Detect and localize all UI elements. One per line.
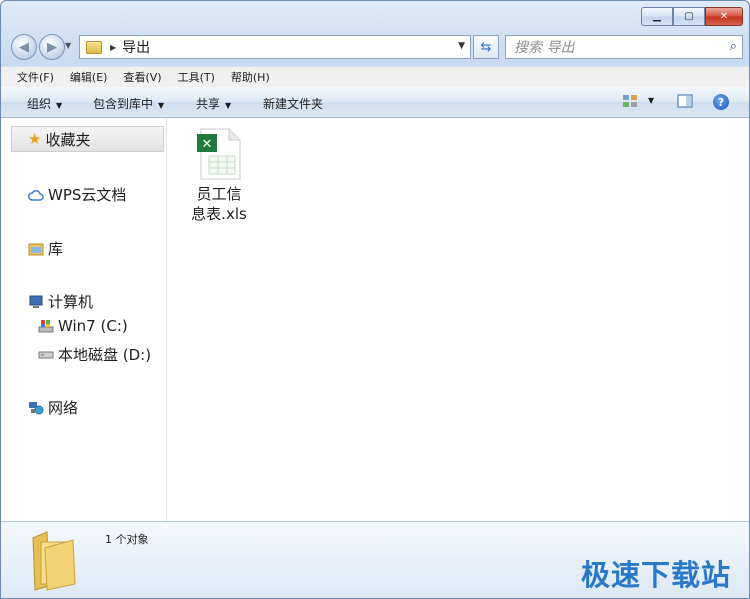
- help-icon[interactable]: ?: [713, 94, 729, 110]
- refresh-icon: ⇆: [480, 39, 492, 55]
- network-icon: [28, 400, 44, 416]
- command-bar: 组织 ▼ 包含到库中 ▼ 共享 ▼ 新建文件夹 ▼ ?: [1, 87, 749, 118]
- sidebar-item-label: 网络: [48, 399, 79, 417]
- file-name-line1: 员工信: [196, 185, 242, 203]
- organize-button[interactable]: 组织 ▼: [27, 95, 62, 112]
- cloud-icon: [28, 187, 44, 203]
- svg-text:✕: ✕: [202, 137, 213, 152]
- search-box[interactable]: 搜索 导出 ⌕: [505, 35, 743, 59]
- view-dropdown-icon[interactable]: ▼: [648, 96, 654, 105]
- title-bar: ▁ ▢ ✕: [1, 1, 749, 29]
- system-drive-icon: [38, 318, 54, 334]
- sidebar-item-label: 计算机: [48, 293, 94, 311]
- sidebar-item-drive-c[interactable]: Win7 (C:): [38, 317, 128, 335]
- navigation-row: ◀ ▶ ▼ ▶ 导出 ▼ ⇆ 搜索 导出 ⌕: [1, 31, 749, 63]
- menu-bar: 文件(F) 编辑(E) 查看(V) 工具(T) 帮助(H): [1, 66, 749, 87]
- include-in-library-button[interactable]: 包含到库中 ▼: [93, 95, 164, 112]
- library-icon: [28, 241, 44, 257]
- breadcrumb-chevron-icon[interactable]: ▶: [110, 43, 116, 52]
- excel-file-icon: ✕: [197, 128, 241, 180]
- chevron-down-icon: ▼: [158, 101, 165, 110]
- star-icon: ★: [28, 130, 42, 148]
- back-button[interactable]: ◀: [11, 34, 37, 60]
- address-dropdown-icon[interactable]: ▼: [458, 41, 465, 51]
- sidebar-item-network[interactable]: 网络: [28, 397, 78, 418]
- include-library-label: 包含到库中: [93, 97, 154, 111]
- hard-drive-icon: [38, 347, 54, 363]
- sidebar-item-wps-cloud[interactable]: WPS云文档: [28, 184, 126, 205]
- sidebar-item-computer[interactable]: 计算机: [28, 291, 93, 312]
- menu-file[interactable]: 文件(F): [17, 69, 54, 85]
- item-count: 1 个对象: [105, 533, 149, 546]
- minimize-icon: ▁: [653, 11, 661, 22]
- back-arrow-icon: ◀: [19, 39, 29, 55]
- forward-button[interactable]: ▶: [39, 34, 65, 60]
- share-button[interactable]: 共享 ▼: [196, 95, 231, 112]
- recent-pages-dropdown-icon[interactable]: ▼: [65, 41, 71, 50]
- share-label: 共享: [196, 97, 221, 111]
- watermark-logo: 极速下载站: [580, 558, 731, 592]
- menu-view[interactable]: 查看(V): [123, 69, 161, 85]
- preview-pane-icon[interactable]: [677, 93, 693, 109]
- folder-icon: [86, 40, 102, 54]
- minimize-button[interactable]: ▁: [641, 7, 673, 26]
- organize-label: 组织: [27, 97, 52, 111]
- menu-edit[interactable]: 编辑(E): [70, 69, 108, 85]
- main-content: ★ 收藏夹 WPS云文档 库 计算机 Win7 (C:) 本地磁盘 (D:) 网…: [1, 118, 749, 521]
- sidebar-item-favorites[interactable]: ★ 收藏夹: [11, 126, 164, 152]
- menu-help[interactable]: 帮助(H): [231, 69, 270, 85]
- refresh-button[interactable]: ⇆: [473, 35, 499, 59]
- maximize-button[interactable]: ▢: [673, 7, 705, 26]
- explorer-window: ▁ ▢ ✕ ◀ ▶ ▼ ▶ 导出 ▼ ⇆ 搜索 导出 ⌕ 文件(F) 编辑(E)…: [0, 0, 750, 599]
- window-controls: ▁ ▢ ✕: [641, 7, 743, 26]
- new-folder-button[interactable]: 新建文件夹: [263, 95, 323, 112]
- navigation-pane: ★ 收藏夹 WPS云文档 库 计算机 Win7 (C:) 本地磁盘 (D:) 网…: [8, 118, 167, 521]
- view-options-icon[interactable]: [622, 93, 638, 109]
- breadcrumb-current[interactable]: 导出: [122, 37, 150, 57]
- details-pane: 1 个对象 极速下载站: [1, 521, 749, 598]
- search-placeholder[interactable]: 搜索 导出: [514, 37, 574, 57]
- chevron-down-icon: ▼: [225, 101, 232, 110]
- close-icon: ✕: [719, 11, 729, 22]
- chevron-down-icon: ▼: [56, 101, 63, 110]
- sidebar-item-label: WPS云文档: [48, 186, 127, 204]
- file-list[interactable]: ✕ 员工信 息表.xls: [167, 118, 749, 521]
- search-icon[interactable]: ⌕: [730, 39, 737, 54]
- sidebar-item-drive-d[interactable]: 本地磁盘 (D:): [38, 344, 151, 365]
- sidebar-item-label: 本地磁盘 (D:): [58, 346, 152, 364]
- sidebar-item-library[interactable]: 库: [28, 238, 63, 259]
- address-bar[interactable]: ▶ 导出 ▼: [79, 35, 471, 59]
- sidebar-item-label: 库: [48, 240, 64, 258]
- file-name-line2: 息表.xls: [191, 205, 247, 223]
- sidebar-item-label: Win7 (C:): [58, 317, 128, 335]
- sidebar-item-label: 收藏夹: [45, 130, 91, 149]
- close-button[interactable]: ✕: [705, 7, 743, 26]
- menu-tools[interactable]: 工具(T): [178, 69, 215, 85]
- large-folder-icon: [32, 531, 76, 591]
- restore-icon: ▢: [684, 11, 694, 22]
- forward-arrow-icon: ▶: [47, 39, 57, 55]
- computer-icon: [28, 294, 44, 310]
- file-name: 员工信 息表.xls: [189, 184, 249, 224]
